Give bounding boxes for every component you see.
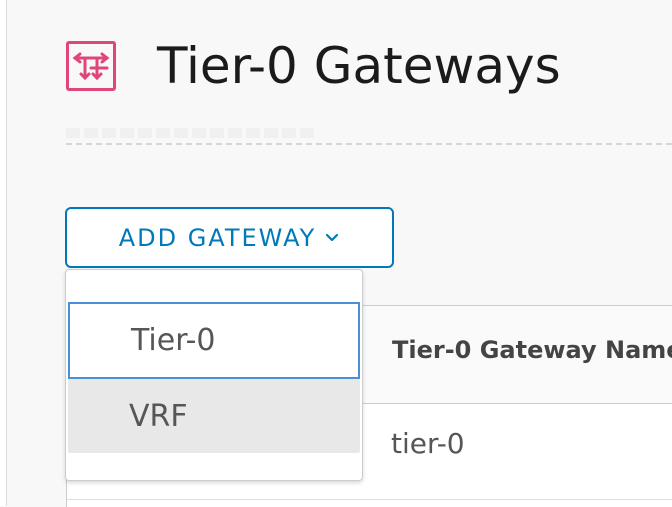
menu-item-label: VRF xyxy=(129,398,188,434)
nav-panel-edge xyxy=(0,0,7,506)
chevron-down-icon xyxy=(324,230,340,246)
gateway-name-cell[interactable]: tier-0 xyxy=(391,427,465,460)
menu-item-vrf[interactable]: VRF xyxy=(68,379,360,453)
menu-item-tier-0[interactable]: Tier-0 xyxy=(68,302,360,379)
add-gateway-label: ADD GATEWAY xyxy=(118,223,317,252)
column-header-name[interactable]: Tier-0 Gateway Name xyxy=(392,336,672,364)
description-placeholder xyxy=(66,128,316,138)
menu-item-label: Tier-0 xyxy=(131,323,216,358)
title-divider xyxy=(66,143,672,145)
add-gateway-menu: Tier-0 VRF xyxy=(65,269,363,481)
add-gateway-button[interactable]: ADD GATEWAY xyxy=(65,207,394,268)
gateway-icon xyxy=(66,41,116,91)
page-title: Tier-0 Gateways xyxy=(157,37,561,95)
